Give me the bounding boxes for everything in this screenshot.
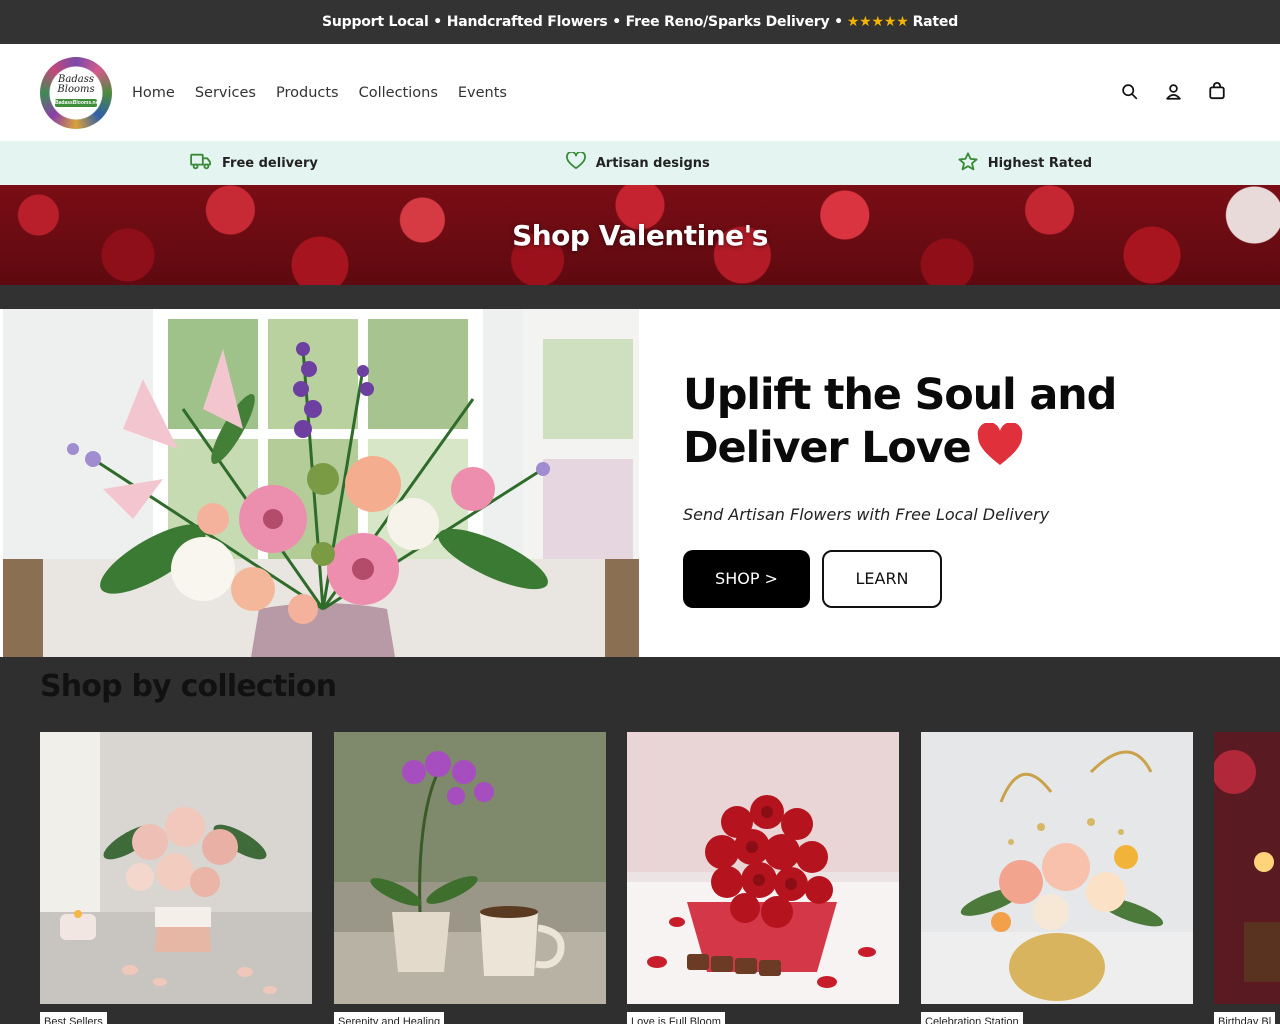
hero-title: Uplift the Soul and Deliver Love (683, 369, 1243, 479)
section-divider (0, 285, 1280, 309)
collection-card-celebration-station[interactable]: Celebration Station (921, 732, 1193, 1024)
collection-image[interactable] (1214, 732, 1280, 1004)
collection-card-serenity-and-healing[interactable]: Serenity and Healing (334, 732, 606, 1024)
logo-text: Badass Blooms (57, 73, 95, 95)
hero-buttons: SHOP > LEARN (683, 549, 1280, 608)
collection-label[interactable]: Best Sellers (40, 1012, 107, 1024)
feature-label: Artisan designs (595, 155, 710, 171)
collection-label[interactable]: Birthday Bl (1214, 1012, 1276, 1024)
collection-image[interactable] (627, 732, 899, 1004)
learn-button[interactable]: LEARN (822, 549, 942, 608)
collection-label[interactable]: Celebration Station (921, 1012, 1023, 1024)
feature-free-delivery: Free delivery (190, 152, 318, 174)
collection-image[interactable] (921, 732, 1193, 1004)
hero-section: Uplift the Soul and Deliver Love Send Ar… (0, 309, 1280, 657)
collection-card-best-sellers[interactable]: Best Sellers (40, 732, 312, 1024)
announcement-bar: Support Local • Handcrafted Flowers • Fr… (0, 0, 1280, 44)
collection-image[interactable] (334, 732, 606, 1004)
feature-highest-rated: Highest Rated (958, 151, 1092, 175)
collection-label[interactable]: Serenity and Healing (334, 1012, 445, 1024)
feature-label: Highest Rated (987, 155, 1092, 171)
feature-label: Free delivery (222, 155, 318, 171)
collection-image[interactable] (40, 732, 312, 1004)
star-outline-icon (958, 151, 978, 175)
nav-services[interactable]: Services (195, 85, 256, 101)
account-icon[interactable] (1162, 80, 1184, 102)
site-header: Badass Blooms BadassBlooms.net Home Serv… (0, 44, 1280, 141)
cart-icon[interactable] (1206, 80, 1228, 102)
header-actions (1118, 80, 1228, 102)
logo-tag: BadassBlooms.net (55, 98, 101, 107)
announcement-rated: Rated (912, 14, 959, 30)
banner-title[interactable]: Shop Valentine's (0, 219, 1280, 252)
rating-stars: ★★★★★ (846, 14, 909, 30)
collections-section: Shop by collection Best Sellers Serenity… (0, 657, 1280, 1024)
primary-nav: Home Services Products Collections Event… (132, 85, 507, 101)
collections-heading: Shop by collection (40, 669, 337, 704)
heart-outline-icon (565, 151, 586, 174)
announcement-text: Support Local • Handcrafted Flowers • Fr… (321, 14, 843, 30)
hero-subtitle: Send Artisan Flowers with Free Local Del… (683, 504, 1050, 524)
valentines-banner[interactable]: Shop Valentine's (0, 185, 1280, 285)
collection-label[interactable]: Love is Full Bloom (627, 1012, 725, 1024)
collection-card-birthday[interactable]: Birthday Bl (1214, 732, 1280, 1024)
nav-collections[interactable]: Collections (359, 85, 438, 101)
logo[interactable]: Badass Blooms BadassBlooms.net (40, 56, 112, 129)
nav-products[interactable]: Products (276, 85, 339, 101)
hero-content: Uplift the Soul and Deliver Love Send Ar… (639, 309, 1280, 657)
feature-artisan-designs: Artisan designs (565, 151, 710, 174)
nav-events[interactable]: Events (458, 85, 507, 101)
hero-bouquet-image (3, 309, 639, 657)
shop-button[interactable]: SHOP > (683, 549, 810, 608)
feature-bar: Free delivery Artisan designs Highest Ra… (0, 141, 1280, 185)
truck-icon (190, 152, 212, 174)
nav-home[interactable]: Home (132, 85, 175, 101)
heart-icon (976, 421, 1024, 479)
search-icon[interactable] (1118, 80, 1140, 102)
collection-card-love-is-full-bloom[interactable]: Love is Full Bloom (627, 732, 899, 1024)
